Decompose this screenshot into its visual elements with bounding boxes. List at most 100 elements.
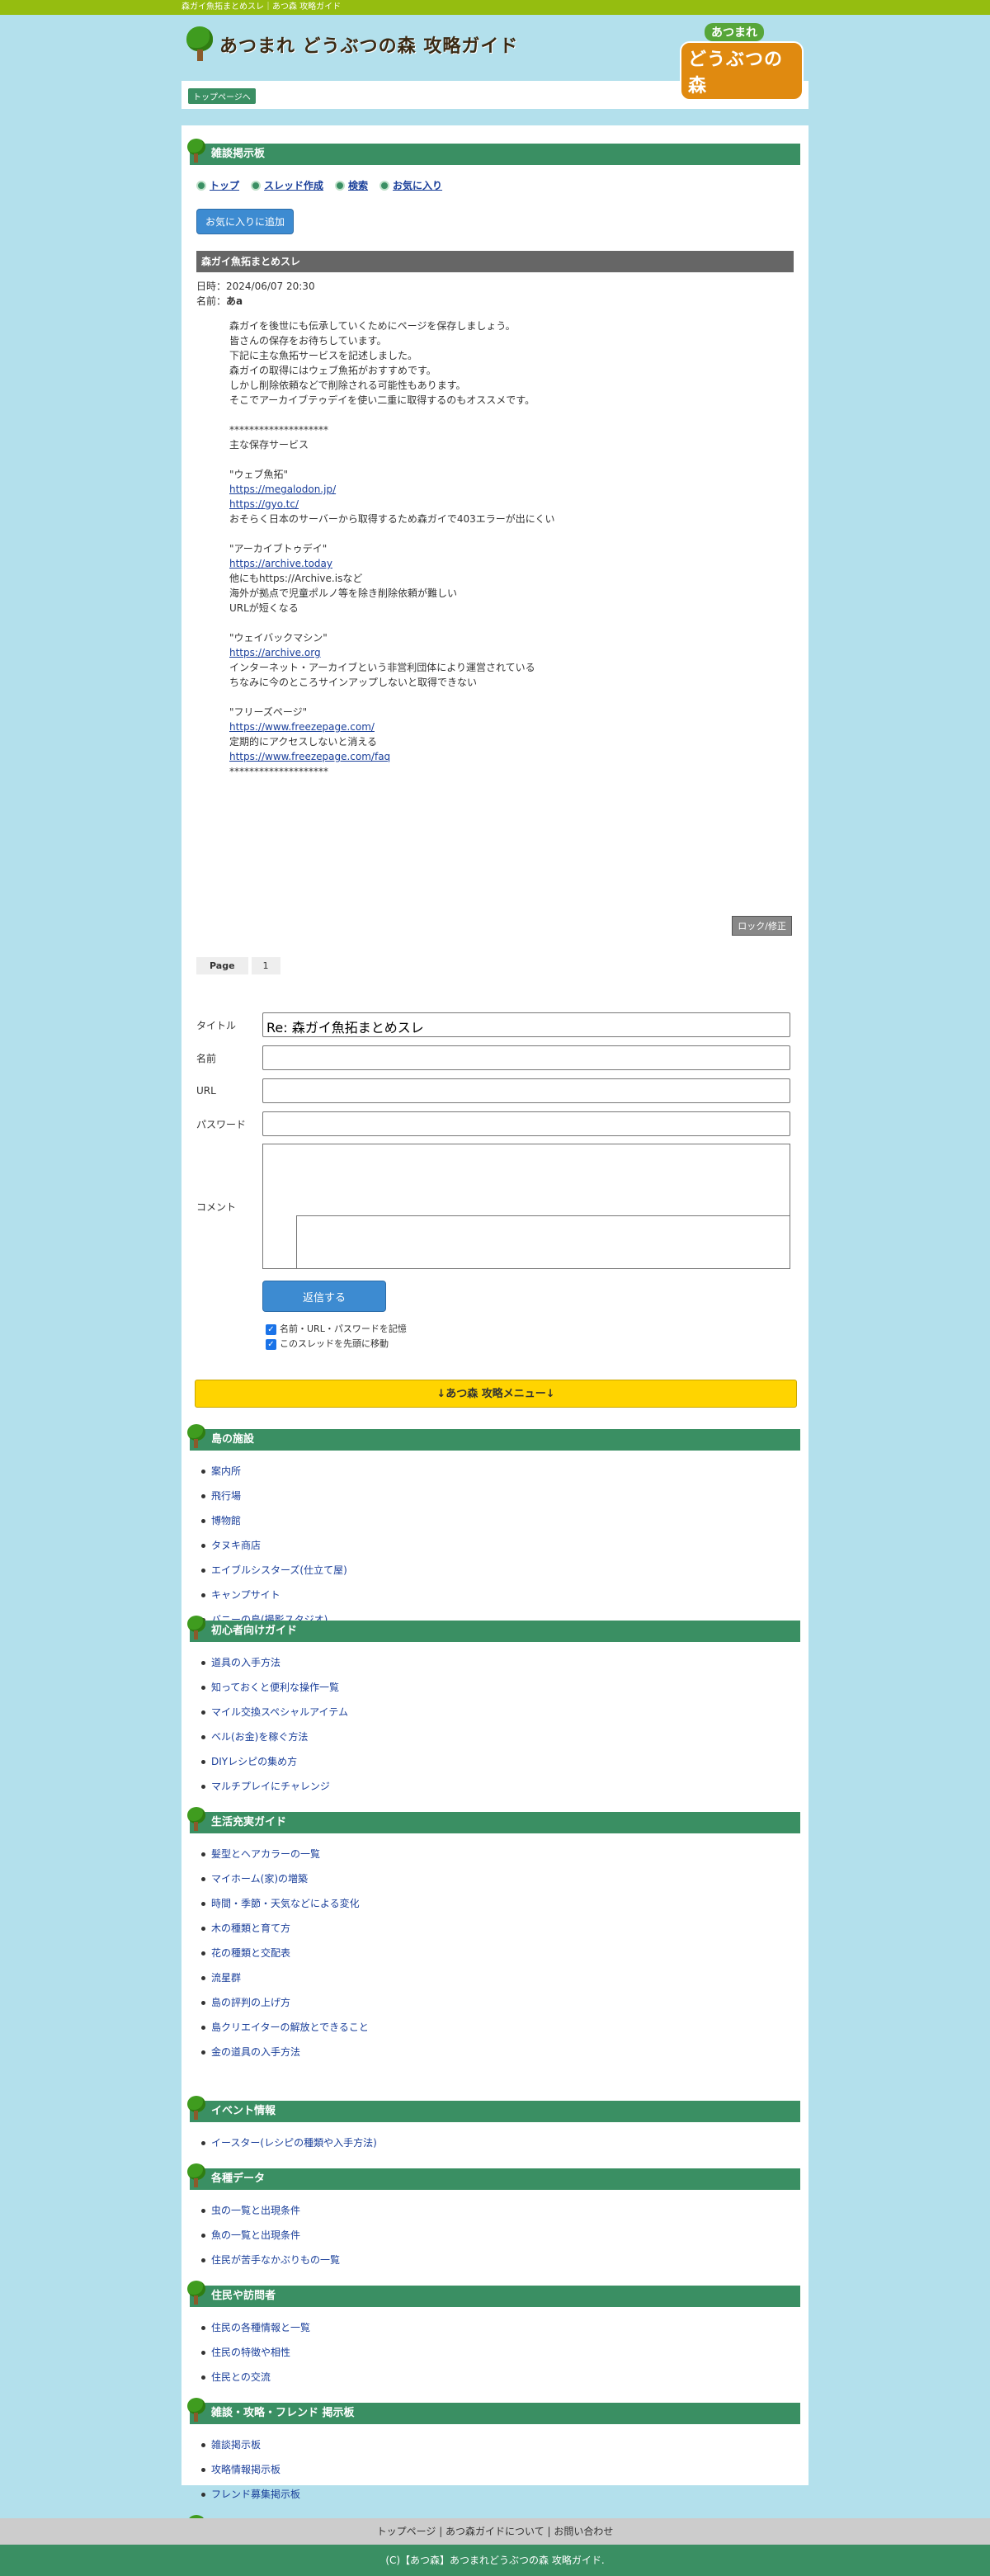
comment-label: コメント: [196, 1201, 237, 1213]
guide-link[interactable]: 金の道具の入手方法: [201, 2040, 800, 2064]
pagination: Page 1: [196, 957, 280, 974]
guide-link[interactable]: 花の種類と交配表: [201, 1941, 800, 1965]
guide-link[interactable]: マルチプレイにチャレンジ: [201, 1774, 800, 1799]
game-logo-top: あつまれ: [705, 23, 764, 41]
pager-page-1[interactable]: 1: [251, 957, 280, 974]
form-options: ✓ 名前・URL・パスワードを記憶 ✓ このスレッドを先頭に移動: [266, 1322, 794, 1352]
guide-section-title: イベント情報: [187, 2096, 800, 2122]
guide-link[interactable]: 流星群: [201, 1965, 800, 1990]
tree-icon: [186, 2163, 206, 2190]
guide-link[interactable]: 時間・季節・天気などによる変化: [201, 1891, 800, 1916]
guide-section: 島の施設案内所 飛行場 博物館 タヌキ商店 エイブルシスターズ(仕立て屋) キャンプサイト…: [187, 1424, 800, 1632]
bbs-nav-favorites[interactable]: お気に入り: [380, 178, 442, 192]
guide-link[interactable]: フレンド募集掲示板: [201, 2482, 800, 2507]
post-body-line: "ウェブ魚拓": [229, 469, 289, 480]
comment-textarea[interactable]: [262, 1144, 790, 1269]
move-top-checkbox[interactable]: ✓ このスレッドを先頭に移動: [266, 1337, 794, 1352]
post-body-line: "フリーズページ": [229, 706, 308, 718]
post-body-line[interactable]: https://www.freezepage.com/: [229, 719, 800, 734]
post-body-line: [229, 616, 800, 630]
guide-link[interactable]: 髪型とヘアカラーの一覧: [201, 1842, 800, 1866]
checkbox-checked-icon: ✓: [266, 1323, 276, 1335]
bbs-section-title: 雑談掲示板: [187, 139, 800, 165]
site-logo-link[interactable]: あつまれ どうぶつの森 攻略ガイド: [185, 26, 518, 63]
guide-section: 住民や訪問者住民の各種情報と一覧 住民の特徴や相性 住民との交流: [187, 2281, 800, 2390]
guide-link[interactable]: 魚の一覧と出現条件: [201, 2223, 800, 2248]
name-input[interactable]: [262, 1045, 790, 1070]
guide-section: 初心者向けガイド 道具の入手方法 知っておくと便利な操作一覧 マイル交換スペシャルアイ…: [187, 1616, 800, 1799]
guide-link[interactable]: 知っておくと便利な操作一覧: [201, 1675, 800, 1700]
post-body-line[interactable]: https://gyo.tc/: [229, 497, 800, 512]
add-favorite-button[interactable]: お気に入りに追加: [196, 209, 295, 234]
post-body-line[interactable]: https://archive.org: [229, 645, 800, 660]
post-body-line: しかし削除依頼などで削除される可能性もあります。: [229, 380, 466, 391]
post-body-line[interactable]: https://archive.today: [229, 556, 800, 571]
guide-link[interactable]: 道具の入手方法: [201, 1650, 800, 1675]
footer-links[interactable]: トップページ | あつ森ガイドについて | お問い合わせ: [0, 2518, 990, 2545]
tree-icon: [186, 2398, 206, 2424]
guide-section-title: 住民や訪問者: [187, 2281, 800, 2307]
post-date: 2024/06/07 20:30: [226, 281, 315, 292]
post-body-line: 他にもhttps://Archive.isなど: [229, 573, 363, 584]
tree-icon: [185, 26, 214, 63]
home-link[interactable]: トップページへ: [188, 88, 256, 104]
guide-link[interactable]: 島クリエイターの解放とできること: [201, 2015, 800, 2040]
thread-title: 森ガイ魚拓まとめスレ: [196, 251, 794, 272]
guide-link[interactable]: 住民の各種情報と一覧: [201, 2315, 800, 2340]
post-body-line: インターネット・アーカイブという非営利団体により運営されている: [229, 662, 535, 673]
guide-link[interactable]: 住民が苦手なかぶりもの一覧: [201, 2248, 800, 2272]
tree-icon: [186, 139, 206, 165]
post-body-line: "アーカイブトゥデイ": [229, 543, 328, 554]
lock-edit-button[interactable]: ロック/修正: [732, 916, 792, 936]
site-header: あつまれ どうぶつの森 攻略ガイド あつまれ どうぶつの森: [182, 15, 808, 101]
site-title: あつまれ どうぶつの森 攻略ガイド: [219, 36, 519, 57]
bbs-nav-search[interactable]: 検索: [335, 178, 368, 192]
bbs-nav-top[interactable]: トップ: [196, 178, 239, 192]
checkbox-checked-icon: ✓: [266, 1338, 276, 1350]
guide-link[interactable]: DIYレシピの集め方: [201, 1749, 800, 1774]
remember-checkbox[interactable]: ✓ 名前・URL・パスワードを記憶: [266, 1322, 794, 1337]
tree-icon: [186, 1807, 206, 1833]
guide-link[interactable]: 住民との交流: [201, 2365, 800, 2390]
guide-link[interactable]: マイホーム(家)の増築: [201, 1866, 800, 1891]
guide-link[interactable]: タヌキ商店: [201, 1533, 800, 1558]
guide-link[interactable]: 攻略情報掲示板: [201, 2457, 800, 2482]
guide-section-title: 各種データ: [187, 2163, 800, 2190]
post-author: あa: [226, 295, 243, 307]
post-body-line[interactable]: https://megalodon.jp/: [229, 482, 800, 497]
guide-link[interactable]: 木の種類と育て方: [201, 1916, 800, 1941]
post-body-line: [229, 408, 800, 422]
name-label: 名前: [196, 1052, 217, 1064]
post-body-line: 主な保存サービス: [229, 439, 309, 451]
guide-link[interactable]: 博物館: [201, 1508, 800, 1533]
post-body-line: "ウェイバックマシン": [229, 632, 328, 644]
url-input[interactable]: [262, 1078, 790, 1103]
submit-reply-button[interactable]: 返信する: [262, 1281, 386, 1312]
guide-link[interactable]: エイブルシスターズ(仕立て屋): [201, 1558, 800, 1583]
password-input[interactable]: [262, 1111, 790, 1136]
guide-link[interactable]: 島の評判の上げ方: [201, 1990, 800, 2015]
guide-link[interactable]: 住民の特徴や相性: [201, 2340, 800, 2365]
guide-section-title: 雑談・攻略・フレンド 掲示板: [187, 2398, 800, 2424]
guide-link[interactable]: イースター(レシピの種類や入手方法): [201, 2130, 800, 2155]
post-body-line: ちなみに今のところサインアップしないと取得できない: [229, 677, 478, 688]
game-logo: あつまれ どうぶつの森: [680, 23, 804, 101]
guide-link[interactable]: 虫の一覧と出現条件: [201, 2198, 800, 2223]
post-body-line[interactable]: https://www.freezepage.com/faq: [229, 749, 800, 764]
guide-link[interactable]: キャンプサイト: [201, 1583, 800, 1607]
guide-section-title: 生活充実ガイド: [187, 1807, 800, 1833]
pager-label: Page: [196, 957, 248, 974]
tree-icon: [186, 1616, 206, 1642]
guide-section-title: 島の施設: [187, 1424, 800, 1451]
guide-link[interactable]: マイル交換スペシャルアイテム: [201, 1700, 800, 1724]
bbs-nav-create-thread[interactable]: スレッド作成: [251, 178, 323, 192]
post-body-line: おそらく日本のサーバーから取得するため森ガイで403エラーが出にくい: [229, 513, 555, 525]
guide-link[interactable]: ベル(お金)を稼ぐ方法: [201, 1724, 800, 1749]
post-body-line: 下記に主な魚拓サービスを記述しました。: [229, 350, 418, 361]
main-content: 雑談掲示板 トップ スレッド作成 検索 お気に入り お気に入りに追加 森ガイ魚拓…: [182, 125, 808, 2568]
guide-link[interactable]: 案内所: [201, 1459, 800, 1484]
guide-link[interactable]: 飛行場: [201, 1484, 800, 1508]
top-bar: 森ガイ魚拓まとめスレ｜あつ森 攻略ガイド: [0, 0, 990, 15]
guide-link[interactable]: 雑談掲示板: [201, 2432, 800, 2457]
title-input[interactable]: Re: 森ガイ魚拓まとめスレ: [262, 1012, 790, 1037]
